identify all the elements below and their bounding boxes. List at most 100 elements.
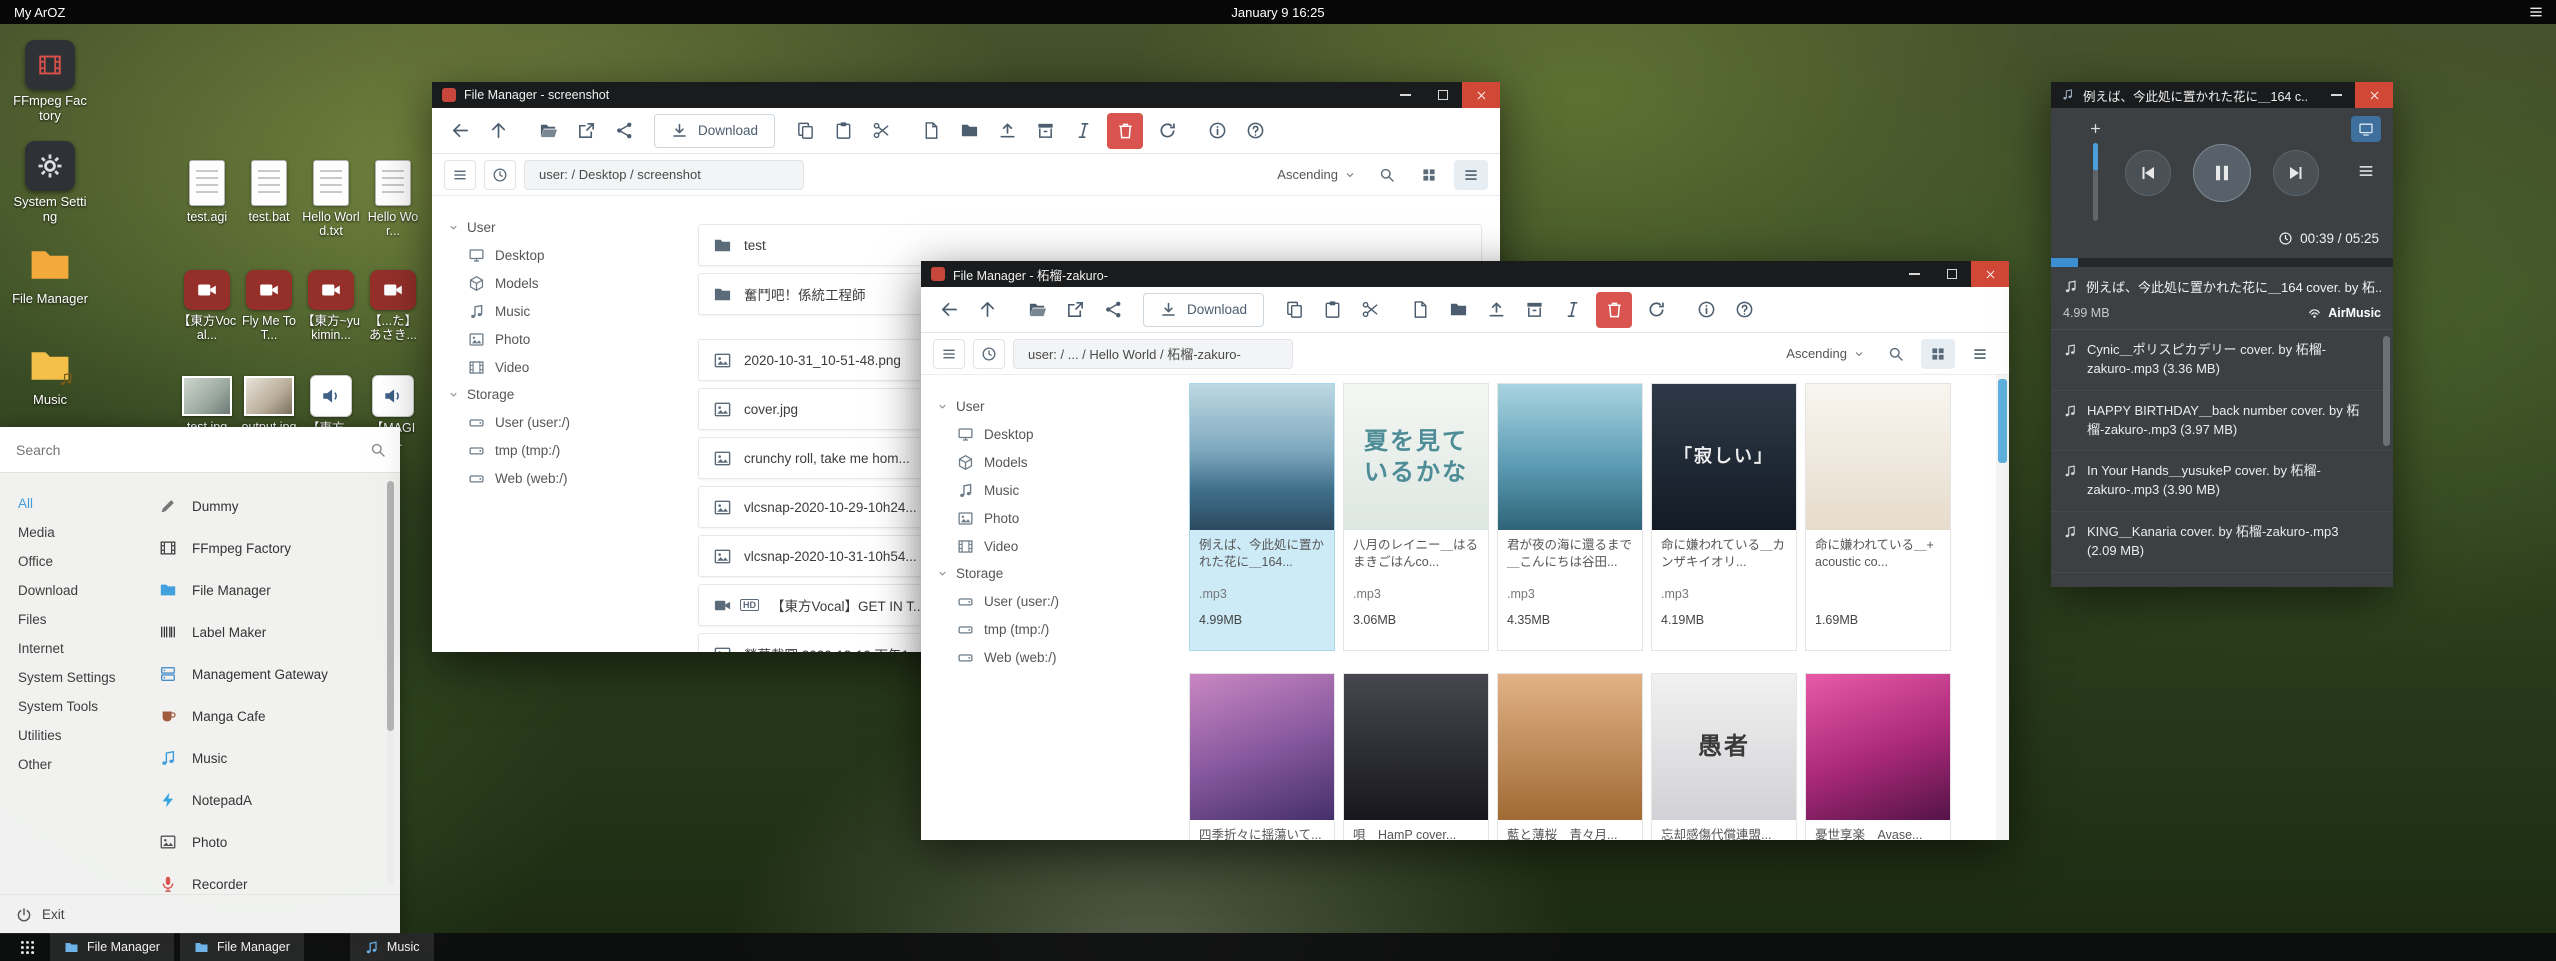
- sort-dropdown[interactable]: Ascending: [1780, 346, 1871, 361]
- close-button[interactable]: [1462, 82, 1500, 108]
- app-item-ffmpeg-factory[interactable]: FFmpeg Factory: [156, 527, 384, 569]
- view-menu-button[interactable]: [444, 160, 476, 190]
- scrollbar-thumb[interactable]: [1998, 379, 2007, 463]
- playlist-scrollbar[interactable]: [2383, 336, 2390, 446]
- breadcrumb[interactable]: user: / Desktop / screenshot: [524, 160, 804, 190]
- cast-button[interactable]: [2351, 116, 2381, 142]
- copy-button[interactable]: [1276, 292, 1312, 328]
- maximize-button[interactable]: [1424, 82, 1462, 108]
- category-office[interactable]: Office: [18, 547, 152, 576]
- help-button[interactable]: [1237, 113, 1273, 149]
- scrollbar-thumb[interactable]: [387, 481, 394, 731]
- copy-button[interactable]: [787, 113, 823, 149]
- file-tile[interactable]: 唄＿HamP cover...: [1343, 673, 1489, 840]
- sidebar-section-user[interactable]: User: [448, 214, 680, 241]
- window-titlebar[interactable]: 例えば、今此処に置かれた花に＿164 c...: [2051, 82, 2393, 108]
- new-file-button[interactable]: [1402, 292, 1438, 328]
- refresh-button[interactable]: [1149, 113, 1185, 149]
- view-menu-button[interactable]: [933, 339, 965, 369]
- app-item-management-gateway[interactable]: Management Gateway: [156, 653, 384, 695]
- up-button[interactable]: [969, 292, 1005, 328]
- desktop-icon-system-setting[interactable]: System Setting: [8, 141, 92, 242]
- theme-toggle-button[interactable]: [484, 160, 516, 190]
- window-titlebar[interactable]: File Manager - 柘榴-zakuro-: [921, 261, 2009, 287]
- theme-toggle-button[interactable]: [973, 339, 1005, 369]
- file-tile[interactable]: 「寂しい」 命に嫌われている＿カンザキイオリ... .mp3 4.19MB: [1651, 383, 1797, 651]
- new-folder-button[interactable]: [1440, 292, 1476, 328]
- share-button[interactable]: [1095, 292, 1131, 328]
- download-button[interactable]: Download: [654, 114, 775, 148]
- playlist-item[interactable]: HAPPY BIRTHDAY＿back number cover. by 柘榴-…: [2051, 391, 2393, 452]
- desktop-file[interactable]: test.bat: [238, 160, 300, 266]
- search-button[interactable]: [1370, 160, 1404, 190]
- category-other[interactable]: Other: [18, 750, 152, 779]
- file-tile[interactable]: 愚者 忘却感傷代償連盟...: [1651, 673, 1797, 840]
- desktop-file[interactable]: 【東方Vocal...: [176, 266, 238, 372]
- app-item-manga-cafe[interactable]: Manga Cafe: [156, 695, 384, 737]
- search-button[interactable]: [1879, 339, 1913, 369]
- share-button[interactable]: [606, 113, 642, 149]
- open-in-new-button[interactable]: [1057, 292, 1093, 328]
- open-in-new-button[interactable]: [568, 113, 604, 149]
- paste-button[interactable]: [1314, 292, 1350, 328]
- new-file-button[interactable]: [913, 113, 949, 149]
- playlist-item[interactable]: In Your Hands＿yusukeP cover. by 柘榴-zakur…: [2051, 451, 2393, 512]
- app-drawer-button[interactable]: [10, 933, 44, 961]
- minimize-button[interactable]: [1386, 82, 1424, 108]
- pause-button[interactable]: [2193, 144, 2251, 202]
- back-button[interactable]: [442, 113, 478, 149]
- paste-button[interactable]: [825, 113, 861, 149]
- category-system-settings[interactable]: System Settings: [18, 663, 152, 692]
- taskbar-item-music[interactable]: Music: [350, 933, 434, 961]
- category-files[interactable]: Files: [18, 605, 152, 634]
- taskbar-item-file-manager-1[interactable]: File Manager: [50, 933, 174, 961]
- info-button[interactable]: [1688, 292, 1724, 328]
- grid-view-button[interactable]: [1412, 160, 1446, 190]
- delete-button[interactable]: [1596, 292, 1632, 328]
- sidebar-item-web-drive[interactable]: Web (web:/): [448, 464, 680, 492]
- airmusic-output[interactable]: AirMusic: [2307, 305, 2381, 320]
- sidebar-item-web-drive[interactable]: Web (web:/): [937, 643, 1169, 671]
- sidebar-item-user-drive[interactable]: User (user:/): [937, 587, 1169, 615]
- rename-button[interactable]: [1554, 292, 1590, 328]
- sidebar-item-music[interactable]: Music: [937, 476, 1169, 504]
- search-input[interactable]: [0, 442, 370, 458]
- taskbar-item-file-manager-2[interactable]: File Manager: [180, 933, 304, 961]
- info-button[interactable]: [1199, 113, 1235, 149]
- back-button[interactable]: [931, 292, 967, 328]
- sidebar-item-tmp-drive[interactable]: tmp (tmp:/): [448, 436, 680, 464]
- playlist-item[interactable]: Cynic＿ポリスピカデリー cover. by 柘榴-zakuro-.mp3 …: [2051, 330, 2393, 391]
- new-folder-button[interactable]: [951, 113, 987, 149]
- playlist-item[interactable]: KING＿Kanaria cover. by 柘榴-zakuro-.mp3 (2…: [2051, 512, 2393, 573]
- sidebar-item-desktop[interactable]: Desktop: [937, 420, 1169, 448]
- sidebar-item-tmp-drive[interactable]: tmp (tmp:/): [937, 615, 1169, 643]
- sidebar-item-photo[interactable]: Photo: [448, 325, 680, 353]
- app-item-recorder[interactable]: Recorder: [156, 863, 384, 894]
- category-all[interactable]: All: [18, 489, 152, 518]
- app-item-file-manager[interactable]: File Manager: [156, 569, 384, 611]
- sidebar-item-music[interactable]: Music: [448, 297, 680, 325]
- breadcrumb[interactable]: user: / ... / Hello World / 柘榴-zakuro-: [1013, 339, 1293, 369]
- open-button[interactable]: [1019, 292, 1055, 328]
- sidebar-item-photo[interactable]: Photo: [937, 504, 1169, 532]
- sidebar-item-desktop[interactable]: Desktop: [448, 241, 680, 269]
- window-titlebar[interactable]: File Manager - screenshot: [432, 82, 1500, 108]
- category-download[interactable]: Download: [18, 576, 152, 605]
- desktop-file[interactable]: Fly Me To T...: [238, 266, 300, 372]
- desktop-icon-ffmpeg-factory[interactable]: FFmpeg Factory: [8, 40, 92, 141]
- open-button[interactable]: [530, 113, 566, 149]
- file-tile[interactable]: 君が夜の海に還るまで＿こんにちは谷田... .mp3 4.35MB: [1497, 383, 1643, 651]
- volume-plus-icon[interactable]: [2089, 122, 2102, 135]
- maximize-button[interactable]: [1933, 261, 1971, 287]
- app-item-notepada[interactable]: NotepadA: [156, 779, 384, 821]
- archive-button[interactable]: [1027, 113, 1063, 149]
- exit-button[interactable]: Exit: [0, 894, 400, 934]
- desktop-file[interactable]: 【...た】あさき...: [362, 266, 424, 372]
- list-view-button[interactable]: [1963, 339, 1997, 369]
- refresh-button[interactable]: [1638, 292, 1674, 328]
- file-tile[interactable]: 藍と薄桜＿青々月...: [1497, 673, 1643, 840]
- sidebar-section-user[interactable]: User: [937, 393, 1169, 420]
- category-system-tools[interactable]: System Tools: [18, 692, 152, 721]
- download-button[interactable]: Download: [1143, 293, 1264, 327]
- file-tile[interactable]: 四季折々に揺蕩いて...: [1189, 673, 1335, 840]
